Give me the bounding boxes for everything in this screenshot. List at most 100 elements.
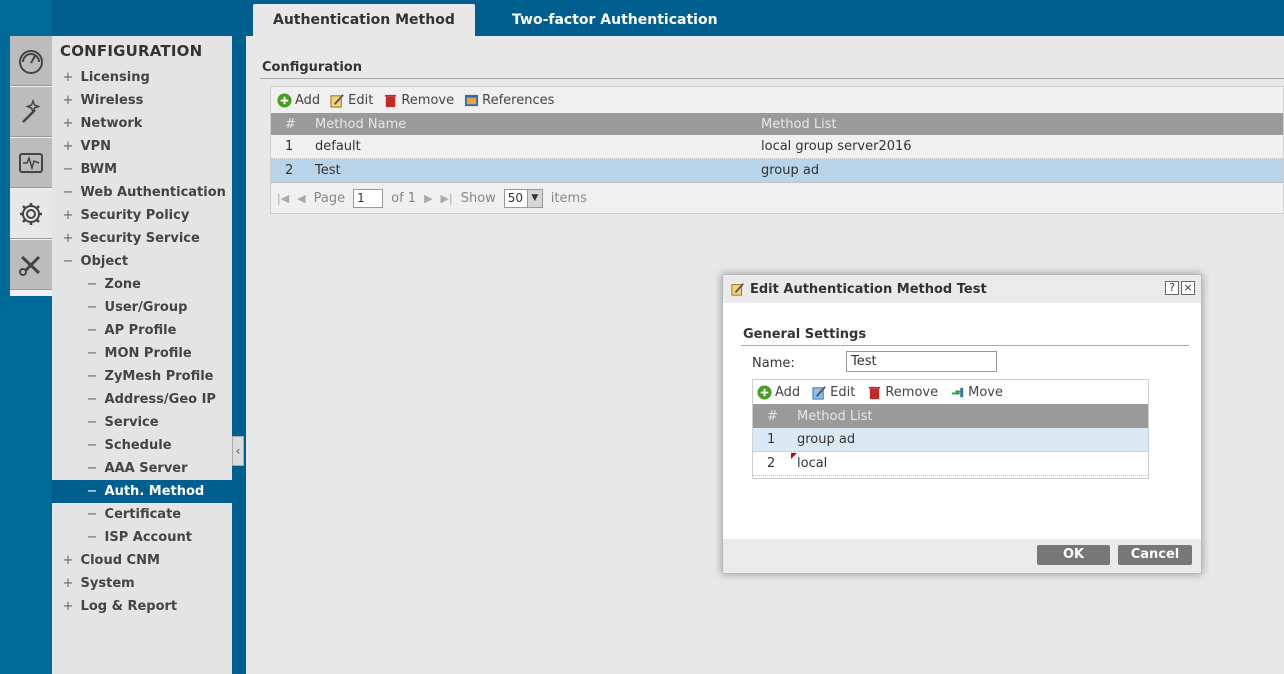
tab-authentication-method[interactable]: Authentication Method bbox=[253, 4, 475, 36]
sidebar-title: CONFIGURATION bbox=[60, 42, 203, 60]
sidebar-item-label: Auth. Method bbox=[104, 484, 205, 499]
ok-button[interactable]: OK bbox=[1037, 545, 1110, 565]
dialog-footer: OK Cancel bbox=[723, 539, 1201, 573]
method-grid: Add Edit Remove References # Method Name… bbox=[270, 86, 1284, 214]
trash-icon bbox=[385, 94, 397, 107]
chevron-down-icon: ▼ bbox=[526, 189, 542, 207]
help-button[interactable]: ? bbox=[1165, 281, 1179, 295]
sidebar-item-certificate[interactable]: − Certificate bbox=[52, 503, 232, 526]
sidebar-item-licensing[interactable]: + Licensing bbox=[52, 66, 232, 89]
sidebar-item-ap-profile[interactable]: − AP Profile bbox=[52, 319, 232, 342]
monitor-icon[interactable] bbox=[10, 138, 52, 188]
sidebar-item-bwm[interactable]: − BWM bbox=[52, 158, 232, 181]
sidebar-item-mon-profile[interactable]: − MON Profile bbox=[52, 342, 232, 365]
add-icon bbox=[757, 384, 772, 400]
add-label: Add bbox=[775, 384, 801, 400]
dialog-edit-button[interactable]: Edit bbox=[812, 385, 855, 400]
column-header-num[interactable]: # bbox=[753, 409, 797, 424]
page-input[interactable]: 1 bbox=[353, 188, 384, 208]
sidebar-item-web-authentication[interactable]: − Web Authentication bbox=[52, 181, 232, 204]
row-num: 1 bbox=[767, 432, 776, 447]
sidebar-item-label: Cloud CNM bbox=[80, 553, 160, 568]
sidebar-item-auth-method[interactable]: − Auth. Method bbox=[52, 480, 232, 503]
quick-setup-wand-icon[interactable] bbox=[10, 87, 52, 137]
sidebar-item-label: Service bbox=[104, 415, 159, 430]
sidebar-item-schedule[interactable]: − Schedule bbox=[52, 434, 232, 457]
sidebar-item-label: Security Policy bbox=[80, 208, 190, 223]
sidebar-item-log-report[interactable]: + Log & Report bbox=[52, 595, 232, 618]
sidebar-item-security-policy[interactable]: + Security Policy bbox=[52, 204, 232, 227]
section-title: Configuration bbox=[262, 60, 362, 75]
maintenance-tools-icon[interactable] bbox=[10, 240, 52, 290]
sidebar-item-isp-account[interactable]: − ISP Account bbox=[52, 526, 232, 549]
expand-icon: + bbox=[62, 116, 74, 131]
sidebar-item-aaa-server[interactable]: − AAA Server bbox=[52, 457, 232, 480]
last-page-icon[interactable]: ▶| bbox=[441, 192, 453, 205]
dialog-header: Edit Authentication Method Test bbox=[723, 275, 1201, 303]
sidebar-item-object[interactable]: − Object bbox=[52, 250, 232, 273]
collapse-icon: − bbox=[86, 530, 98, 545]
sidebar-item-address-geo-ip[interactable]: − Address/Geo IP bbox=[52, 388, 232, 411]
edit-button[interactable]: Edit bbox=[330, 93, 373, 108]
column-header-num[interactable]: # bbox=[271, 117, 315, 132]
dashboard-icon[interactable] bbox=[10, 36, 52, 86]
sidebar-item-network[interactable]: + Network bbox=[52, 112, 232, 135]
row-num: 2 bbox=[285, 163, 294, 178]
icon-rail bbox=[0, 0, 52, 674]
sidebar-item-cloud-cnm[interactable]: + Cloud CNM bbox=[52, 549, 232, 572]
expand-icon: + bbox=[62, 231, 74, 246]
table-row[interactable]: 1 group ad bbox=[753, 428, 1148, 452]
pager: |◀ ◀ Page 1 of 1 ▶ ▶| Show 50 ▼ items bbox=[271, 183, 1283, 213]
configuration-gear-icon[interactable] bbox=[10, 189, 52, 239]
expand-icon: + bbox=[62, 139, 74, 154]
name-label: Name: bbox=[752, 356, 795, 371]
column-header-method-name[interactable]: Method Name bbox=[315, 117, 761, 132]
column-header-method-list[interactable]: Method List bbox=[797, 409, 1148, 424]
items-per-page-select[interactable]: 50 ▼ bbox=[503, 188, 543, 208]
dialog-method-grid: Add Edit Remove Move # Method List 1 gro… bbox=[752, 379, 1149, 479]
row-method-name: default bbox=[315, 139, 361, 154]
dialog-move-button[interactable]: Move bbox=[950, 385, 1003, 400]
sidebar-item-wireless[interactable]: + Wireless bbox=[52, 89, 232, 112]
expand-icon: + bbox=[62, 70, 74, 85]
collapse-icon: − bbox=[86, 392, 98, 407]
sidebar-item-zymesh-profile[interactable]: − ZyMesh Profile bbox=[52, 365, 232, 388]
move-icon bbox=[952, 387, 964, 397]
expand-icon: + bbox=[62, 553, 74, 568]
sidebar-item-system[interactable]: + System bbox=[52, 572, 232, 595]
edit-label: Edit bbox=[348, 92, 374, 108]
sidebar-item-label: Wireless bbox=[80, 93, 144, 108]
expand-icon: + bbox=[62, 208, 74, 223]
close-button[interactable]: × bbox=[1181, 281, 1195, 295]
sidebar-item-service[interactable]: − Service bbox=[52, 411, 232, 434]
sidebar-item-zone[interactable]: − Zone bbox=[52, 273, 232, 296]
remove-button[interactable]: Remove bbox=[383, 93, 454, 108]
sidebar-item-label: Web Authentication bbox=[80, 185, 226, 200]
column-header-method-list[interactable]: Method List bbox=[761, 117, 1283, 132]
sidebar-item-label: ISP Account bbox=[104, 530, 192, 545]
sidebar-item-label: Schedule bbox=[104, 438, 172, 453]
table-row[interactable]: 2 local bbox=[753, 452, 1148, 476]
table-row-selected[interactable]: 2 Test group ad bbox=[271, 159, 1283, 183]
first-page-icon[interactable]: |◀ bbox=[277, 192, 289, 205]
sidebar-item-vpn[interactable]: + VPN bbox=[52, 135, 232, 158]
name-input[interactable]: Test bbox=[846, 351, 997, 372]
sidebar-item-label: Address/Geo IP bbox=[104, 392, 216, 407]
next-page-icon[interactable]: ▶ bbox=[424, 192, 432, 205]
sidebar-item-label: AP Profile bbox=[104, 323, 177, 338]
sidebar-item-user-group[interactable]: − User/Group bbox=[52, 296, 232, 319]
table-row[interactable]: 1 default local group server2016 bbox=[271, 135, 1283, 159]
dialog-remove-button[interactable]: Remove bbox=[867, 385, 938, 400]
prev-page-icon[interactable]: ◀ bbox=[297, 192, 305, 205]
cancel-button[interactable]: Cancel bbox=[1118, 545, 1192, 565]
dialog-add-button[interactable]: Add bbox=[757, 385, 800, 400]
tab-two-factor-authentication[interactable]: Two-factor Authentication bbox=[492, 4, 738, 36]
sidebar-item-label: Zone bbox=[104, 277, 141, 292]
sidebar-collapse-handle[interactable]: ‹ bbox=[232, 436, 244, 466]
sidebar-item-security-service[interactable]: + Security Service bbox=[52, 227, 232, 250]
collapse-icon: − bbox=[86, 369, 98, 384]
add-button[interactable]: Add bbox=[277, 93, 320, 108]
collapse-icon: − bbox=[62, 162, 74, 177]
references-button[interactable]: References bbox=[464, 93, 554, 108]
items-per-page-value: 50 bbox=[507, 191, 524, 205]
